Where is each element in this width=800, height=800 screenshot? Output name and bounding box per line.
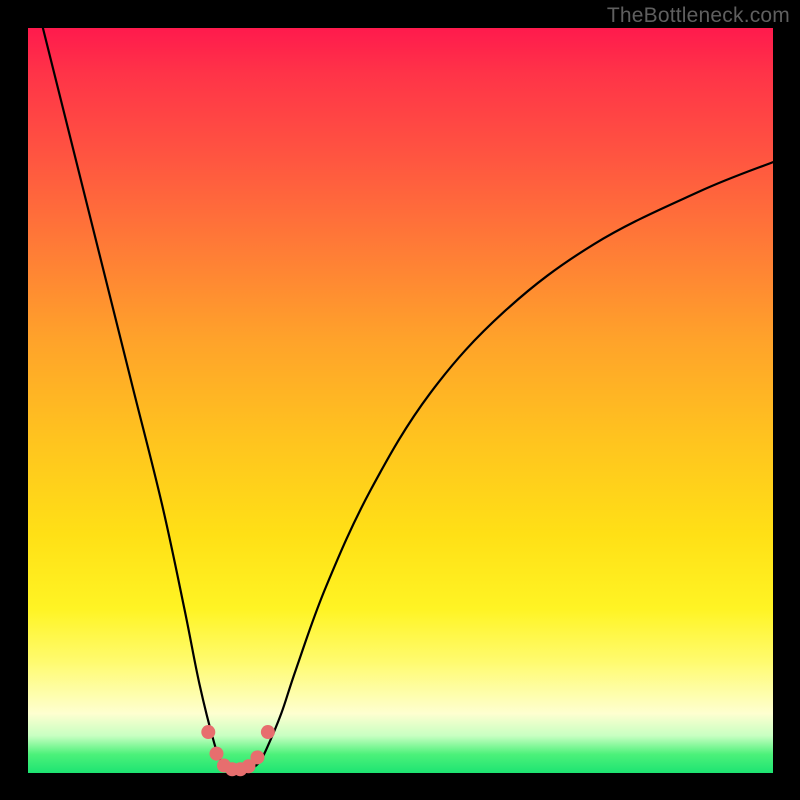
bottleneck-curve [43,28,773,771]
chart-svg [28,28,773,773]
highlight-markers [201,725,275,776]
watermark-text: TheBottleneck.com [607,4,790,28]
chart-plot-area [28,28,773,773]
highlight-marker [209,747,223,761]
highlight-marker [261,725,275,739]
highlight-marker [201,725,215,739]
highlight-marker [250,750,264,764]
